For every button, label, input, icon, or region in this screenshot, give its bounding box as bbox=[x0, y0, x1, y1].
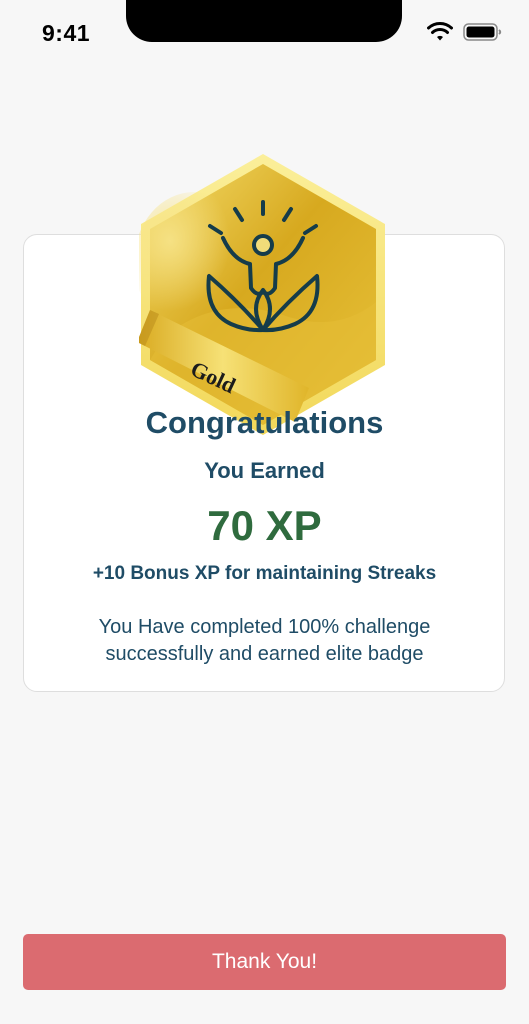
thank-you-button[interactable]: Thank You! bbox=[23, 934, 506, 990]
wifi-icon bbox=[427, 22, 453, 41]
status-time: 9:41 bbox=[42, 20, 91, 46]
status-icons bbox=[427, 22, 503, 42]
xp-value: 70 XP bbox=[207, 502, 322, 549]
gold-badge: Gold bbox=[139, 154, 385, 435]
battery-icon bbox=[463, 23, 502, 41]
bonus-xp-text: +10 Bonus XP for maintaining Streaks bbox=[92, 563, 437, 584]
device-notch bbox=[126, 0, 402, 42]
you-earned-label: You Earned bbox=[204, 458, 325, 483]
status-bar: 9:41 bbox=[0, 0, 529, 60]
completion-description: You Have completed 100% challenge succes… bbox=[98, 616, 431, 665]
congratulations-title: Congratulations bbox=[145, 405, 384, 440]
